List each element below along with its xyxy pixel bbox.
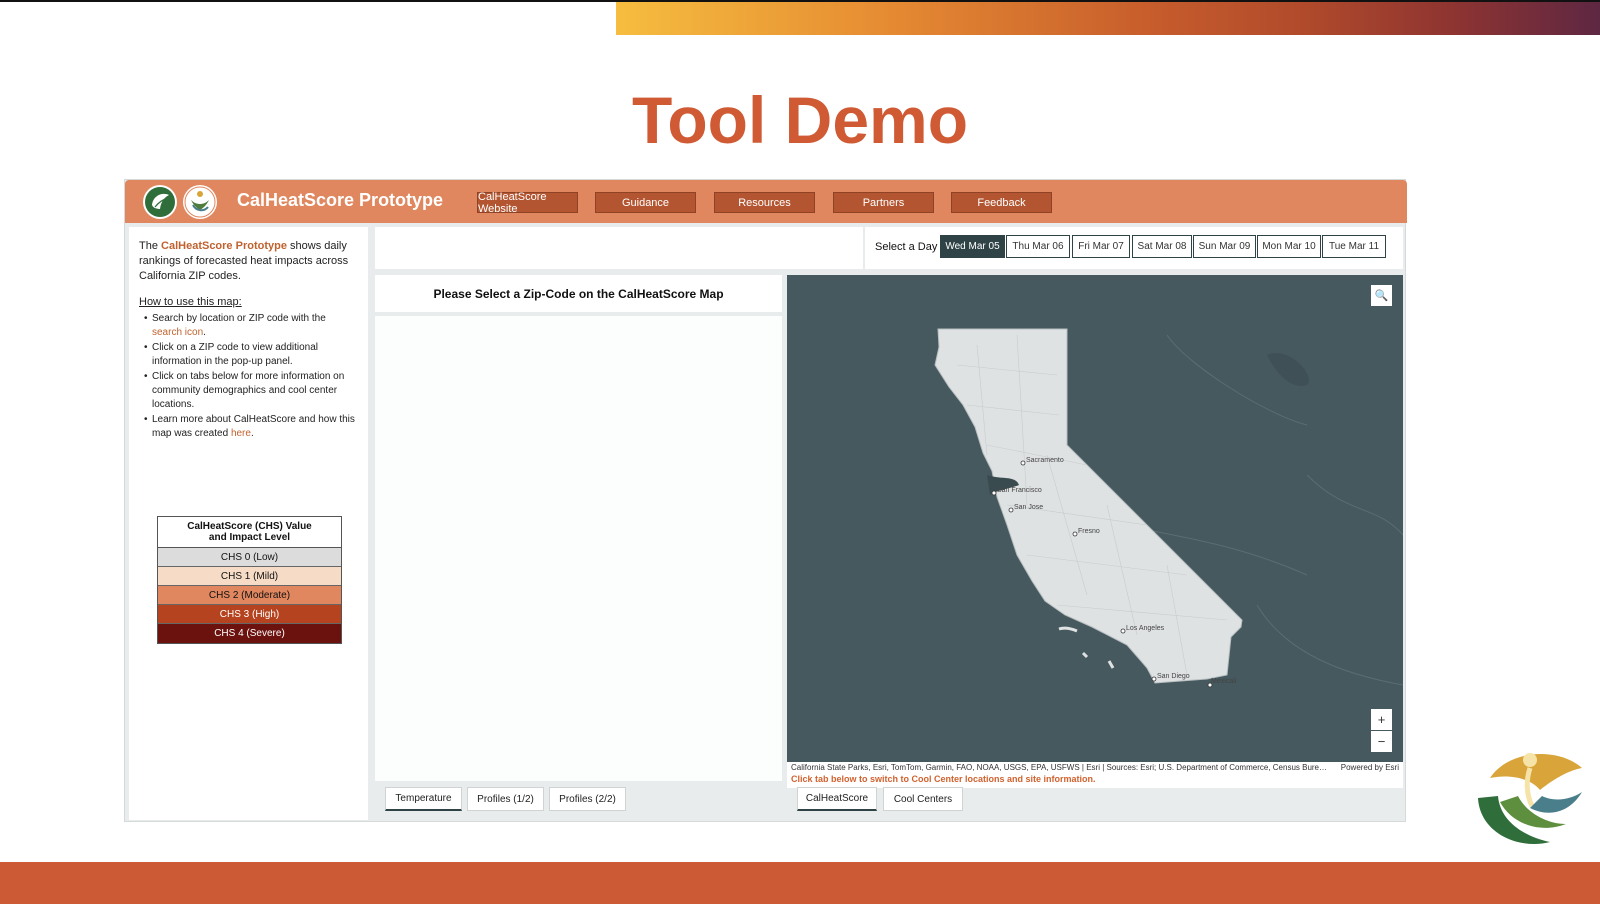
- city-label-fresno: Fresno: [1078, 528, 1100, 535]
- day-bar-divider: [863, 227, 865, 269]
- california-map-graphic: Sacramento San Francisco San Jose Fresno…: [934, 328, 1403, 688]
- california-shape: [934, 328, 1243, 684]
- calheatscore-app: CalHeatScore Prototype CalHeatScore Webs…: [124, 179, 1407, 822]
- bullet-end: .: [203, 327, 206, 338]
- search-icon-link[interactable]: search icon: [152, 327, 203, 338]
- app-title: CalHeatScore Prototype: [237, 190, 444, 210]
- city-label-san-diego: San Diego: [1157, 673, 1190, 680]
- nav-button-feedback[interactable]: Feedback: [951, 192, 1052, 213]
- map-tabs: CalHeatScore Cool Centers: [787, 783, 1403, 820]
- legend-row: CHS 4 (Severe): [158, 624, 341, 643]
- legend-row: CHS 3 (High): [158, 605, 341, 624]
- tab-profiles-1[interactable]: Profiles (1/2): [467, 787, 544, 811]
- select-day-label: Select a Day: [875, 241, 938, 253]
- list-item: Click on a ZIP code to view additional i…: [139, 341, 358, 369]
- top-gradient-bar: [616, 2, 1600, 35]
- bullet-end: .: [250, 428, 254, 439]
- slide-title: Tool Demo: [631, 83, 969, 157]
- legend-row: CHS 1 (Mild): [158, 567, 341, 586]
- howto-heading: How to use this map:: [139, 296, 242, 308]
- day-button-sun-mar-09[interactable]: Sun Mar 09: [1193, 235, 1256, 258]
- calheatscore-logo-icon: [183, 185, 217, 219]
- legend-title-line2: and Impact Level: [208, 532, 291, 543]
- chs-legend: CalHeatScore (CHS) Value and Impact Leve…: [157, 516, 342, 644]
- corner-logo-icon: [1470, 738, 1588, 850]
- nav-button-website[interactable]: CalHeatScore Website: [477, 191, 578, 215]
- list-item: Click on tabs below for more information…: [139, 370, 358, 412]
- legend-rows: CHS 0 (Low) CHS 1 (Mild) CHS 2 (Moderate) C…: [158, 548, 341, 643]
- legend-row: CHS 2 (Moderate): [158, 586, 341, 605]
- leaf-logo-icon: [143, 185, 177, 219]
- day-button-wed-mar-05[interactable]: Wed Mar 05: [940, 235, 1005, 258]
- attribution-text: California State Parks, Esri, TomTom, Ga…: [791, 763, 1331, 772]
- tab-temperature[interactable]: Temperature: [385, 787, 462, 811]
- zip-detail-panel: [375, 316, 782, 781]
- legend-title-line1: CalHeatScore (CHS) Value: [187, 521, 312, 532]
- city-label-san-jose: San Jose: [1014, 504, 1043, 511]
- intro-prefix: The: [139, 240, 162, 252]
- here-link[interactable]: here: [231, 428, 251, 439]
- city-label-san-francisco: San Francisco: [997, 487, 1042, 494]
- city-label-los-angeles: Los Angeles: [1126, 625, 1165, 632]
- nav-button-resources[interactable]: Resources: [714, 192, 815, 213]
- city-label-mexicali: Mexicali: [1211, 678, 1237, 685]
- nav-button-guidance[interactable]: Guidance: [595, 192, 696, 213]
- tab-cool-centers[interactable]: Cool Centers: [883, 787, 963, 811]
- day-button-mon-mar-10[interactable]: Mon Mar 10: [1257, 235, 1321, 258]
- day-button-fri-mar-07[interactable]: Fri Mar 07: [1072, 235, 1130, 258]
- nav-button-partners[interactable]: Partners: [833, 192, 934, 213]
- app-header: CalHeatScore Prototype CalHeatScore Webs…: [125, 180, 1407, 223]
- day-button-tue-mar-11[interactable]: Tue Mar 11: [1322, 235, 1386, 258]
- legend-title: CalHeatScore (CHS) Value and Impact Leve…: [158, 517, 341, 548]
- powered-by-esri[interactable]: Powered by Esri: [1341, 763, 1399, 772]
- map-attribution: California State Parks, Esri, TomTom, Ga…: [787, 762, 1403, 773]
- tab-calheatscore[interactable]: CalHeatScore: [797, 787, 877, 811]
- howto-list: Search by location or ZIP code with the …: [139, 312, 358, 441]
- legend-row: CHS 0 (Low): [158, 548, 341, 567]
- select-zip-prompt: Please Select a Zip-Code on the CalHeatS…: [375, 275, 782, 312]
- list-item: Learn more about CalHeatScore and how th…: [139, 413, 358, 441]
- bullet-text: Search by location or ZIP code with the: [152, 313, 326, 324]
- zoom-out-button[interactable]: −: [1371, 731, 1392, 752]
- list-item: Search by location or ZIP code with the …: [139, 312, 358, 340]
- bottom-bar: [0, 862, 1600, 904]
- slide: Tool Demo CalHeatScore Prototype CalHeat…: [0, 0, 1600, 904]
- map-search-icon[interactable]: 🔍: [1371, 285, 1392, 306]
- intro-highlight: CalHeatScore Prototype: [161, 240, 287, 252]
- detail-tabs: Temperature Profiles (1/2) Profiles (2/2…: [375, 783, 782, 820]
- city-label-sacramento: Sacramento: [1026, 457, 1064, 464]
- day-selector-bar: Select a Day Wed Mar 05 Thu Mar 06 Fri M…: [375, 227, 1403, 269]
- info-panel: The CalHeatScore Prototype shows daily r…: [129, 227, 368, 820]
- zoom-in-button[interactable]: +: [1371, 709, 1392, 730]
- day-button-thu-mar-06[interactable]: Thu Mar 06: [1006, 235, 1070, 258]
- calheatscore-map[interactable]: Sacramento San Francisco San Jose Fresno…: [787, 275, 1403, 762]
- tab-profiles-2[interactable]: Profiles (2/2): [549, 787, 626, 811]
- intro-text: The CalHeatScore Prototype shows daily r…: [139, 239, 358, 284]
- day-button-sat-mar-08[interactable]: Sat Mar 08: [1132, 235, 1192, 258]
